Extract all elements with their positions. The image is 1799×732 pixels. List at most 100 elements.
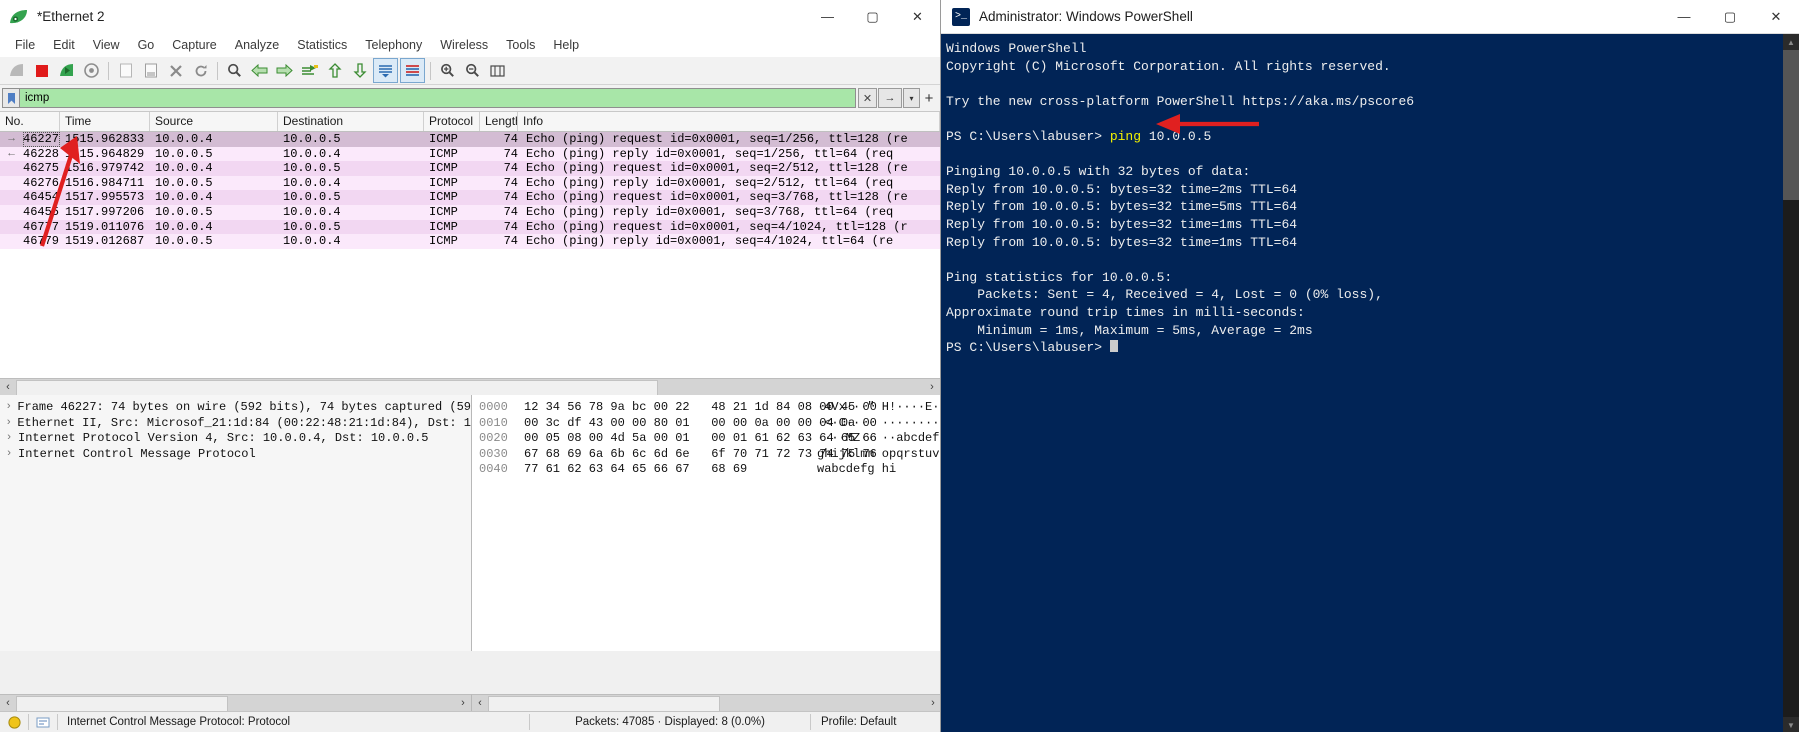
menu-tools[interactable]: Tools <box>497 36 544 54</box>
packet-row-46228[interactable]: ← 46228 1515.964829 10.0.0.5 10.0.0.4 ICMP 74 E… <box>0 146 940 162</box>
detail-hscroll-thumb[interactable] <box>16 696 228 712</box>
hex-row-0010[interactable]: 0010 00 3c df 43 00 00 80 01 00 00 0a 00 … <box>472 416 940 432</box>
column-header-length[interactable]: Length <box>480 112 518 131</box>
cell-protocol: ICMP <box>429 146 458 161</box>
go-first-packet-icon[interactable] <box>323 59 346 82</box>
hscroll-left-arrow[interactable]: ‹ <box>0 379 16 395</box>
wireshark-minimize-button[interactable]: — <box>805 0 850 33</box>
powershell-console[interactable]: Windows PowerShell Copyright (C) Microsof… <box>941 34 1799 732</box>
filter-add-button[interactable]: + <box>920 88 938 108</box>
packet-row-46275[interactable]: 46275 1516.979742 10.0.0.4 10.0.0.5 ICMP 74 Ec… <box>0 161 940 176</box>
powershell-minimize-button[interactable]: — <box>1661 0 1707 33</box>
capture-status-icon[interactable] <box>0 712 28 732</box>
menu-file[interactable]: File <box>6 36 44 54</box>
display-filter-input[interactable] <box>20 91 855 105</box>
find-packet-icon[interactable] <box>223 59 246 82</box>
column-header-time[interactable]: Time <box>60 112 150 131</box>
filter-clear-button[interactable]: ✕ <box>858 88 877 108</box>
detail-hscrollbar[interactable]: ‹ › <box>0 694 472 712</box>
hex-row-0000[interactable]: 0000 12 34 56 78 9a bc 00 22 48 21 1d 84 … <box>472 400 940 416</box>
filter-apply-button[interactable]: → <box>878 88 902 108</box>
menu-telephony[interactable]: Telephony <box>356 36 431 54</box>
colorize-icon[interactable] <box>400 58 425 83</box>
reload-file-icon[interactable] <box>189 59 212 82</box>
menu-edit[interactable]: Edit <box>44 36 84 54</box>
chevron-right-icon[interactable]: › <box>0 416 17 432</box>
packet-row-46454[interactable]: 46454 1517.995573 10.0.0.4 10.0.0.5 ICMP 74 Ec… <box>0 190 940 205</box>
menu-analyze[interactable]: Analyze <box>226 36 288 54</box>
menu-statistics[interactable]: Statistics <box>288 36 356 54</box>
column-header-destination[interactable]: Destination <box>278 112 424 131</box>
packet-row-46777[interactable]: 46777 1519.011076 10.0.0.4 10.0.0.5 ICMP 74 Ec… <box>0 219 940 235</box>
powershell-maximize-button[interactable]: ▢ <box>1707 0 1753 33</box>
powershell-scroll-down-arrow[interactable]: ▼ <box>1783 717 1799 732</box>
bytes-hscrollbar[interactable]: ‹ › <box>472 694 940 712</box>
wireshark-close-button[interactable]: ✕ <box>895 0 940 33</box>
restart-capture-icon[interactable] <box>55 59 78 82</box>
expert-info-icon[interactable] <box>29 712 57 732</box>
menu-capture[interactable]: Capture <box>163 36 225 54</box>
cell-length: 74 <box>503 146 518 161</box>
packet-list-hscrollbar[interactable]: ‹ › <box>0 378 940 396</box>
column-header-protocol[interactable]: Protocol <box>424 112 480 131</box>
bytes-hscroll-left-arrow[interactable]: ‹ <box>472 695 488 711</box>
save-file-icon[interactable] <box>139 59 162 82</box>
resize-columns-icon[interactable] <box>486 59 509 82</box>
powershell-close-button[interactable]: ✕ <box>1753 0 1799 33</box>
packet-row-46455[interactable]: 46455 1517.997206 10.0.0.5 10.0.0.4 ICMP 74 Ec… <box>0 204 940 220</box>
menu-go[interactable]: Go <box>129 36 164 54</box>
wireshark-maximize-button[interactable]: ▢ <box>850 0 895 33</box>
packet-row-46276[interactable]: 46276 1516.984711 10.0.0.5 10.0.0.4 ICMP 74 Ec… <box>0 175 940 191</box>
close-file-icon[interactable] <box>164 59 187 82</box>
filter-bookmark-icon[interactable] <box>2 88 19 108</box>
cell-time: 1519.011076 <box>65 219 145 234</box>
filter-dropdown-button[interactable]: ▾ <box>903 88 920 108</box>
bytes-hscroll-right-arrow[interactable]: › <box>925 695 940 711</box>
display-filter-field[interactable] <box>19 88 856 108</box>
autoscroll-icon[interactable] <box>373 58 398 83</box>
go-last-packet-icon[interactable] <box>348 59 371 82</box>
hscroll-right-arrow[interactable]: › <box>924 379 940 395</box>
stop-capture-icon[interactable] <box>30 59 53 82</box>
column-header-no[interactable]: No. <box>0 112 60 131</box>
menu-view[interactable]: View <box>84 36 129 54</box>
column-header-info[interactable]: Info <box>518 112 940 131</box>
status-profile-text[interactable]: Profile: Default <box>811 712 940 732</box>
packet-row-46779[interactable]: 46779 1519.012687 10.0.0.5 10.0.0.4 ICMP 74 Ec… <box>0 234 940 249</box>
menu-help[interactable]: Help <box>544 36 588 54</box>
powershell-scroll-up-arrow[interactable]: ▲ <box>1783 34 1799 50</box>
detail-hscroll-right-arrow[interactable]: › <box>455 695 471 711</box>
bytes-hscroll-track[interactable] <box>488 695 925 712</box>
capture-options-icon[interactable] <box>80 59 103 82</box>
chevron-right-icon[interactable]: › <box>0 447 18 463</box>
hex-row-0030[interactable]: 0030 67 68 69 6a 6b 6c 6d 6e 6f 70 71 72 … <box>472 447 940 463</box>
chevron-right-icon[interactable]: › <box>0 431 18 447</box>
detail-hscroll-left-arrow[interactable]: ‹ <box>0 695 16 711</box>
bytes-hscroll-thumb[interactable] <box>488 696 720 712</box>
detail-row-1[interactable]: › Ethernet II, Src: Microsof_21:1d:84 (00… <box>0 416 471 432</box>
start-capture-icon[interactable] <box>5 59 28 82</box>
hscroll-thumb[interactable] <box>16 380 658 396</box>
column-header-source[interactable]: Source <box>150 112 278 131</box>
detail-row-3[interactable]: › Internet Control Message Protocol <box>0 447 471 463</box>
cell-source: 10.0.0.5 <box>155 175 213 190</box>
zoom-in-icon[interactable] <box>436 59 459 82</box>
go-to-packet-icon[interactable] <box>298 59 321 82</box>
go-forward-icon[interactable] <box>273 59 296 82</box>
status-protocol-text: Internet Control Message Protocol: Proto… <box>67 716 291 728</box>
detail-hscroll-track[interactable] <box>16 695 455 712</box>
cell-source: 10.0.0.5 <box>155 146 213 161</box>
menu-wireless[interactable]: Wireless <box>431 36 497 54</box>
packet-row-46227[interactable]: → 46227 1515.962833 10.0.0.4 10.0.0.5 ICMP 74 E… <box>0 132 940 147</box>
hex-row-0020[interactable]: 0020 00 05 08 00 4d 5a 00 01 00 01 61 62 … <box>472 431 940 447</box>
detail-row-2[interactable]: › Internet Protocol Version 4, Src: 10.0.… <box>0 431 471 447</box>
hex-row-0040[interactable]: 0040 77 61 62 63 64 65 66 67 68 69 wabcdef… <box>472 462 940 478</box>
go-back-icon[interactable] <box>248 59 271 82</box>
powershell-scrollbar[interactable]: ▲ ▼ <box>1783 34 1799 732</box>
chevron-right-icon[interactable]: › <box>0 400 17 416</box>
open-file-icon[interactable] <box>114 59 137 82</box>
hscroll-track[interactable] <box>16 379 924 396</box>
detail-row-0[interactable]: › Frame 46227: 74 bytes on wire (592 bits… <box>0 400 471 416</box>
powershell-scroll-thumb[interactable] <box>1783 50 1799 200</box>
zoom-out-icon[interactable] <box>461 59 484 82</box>
